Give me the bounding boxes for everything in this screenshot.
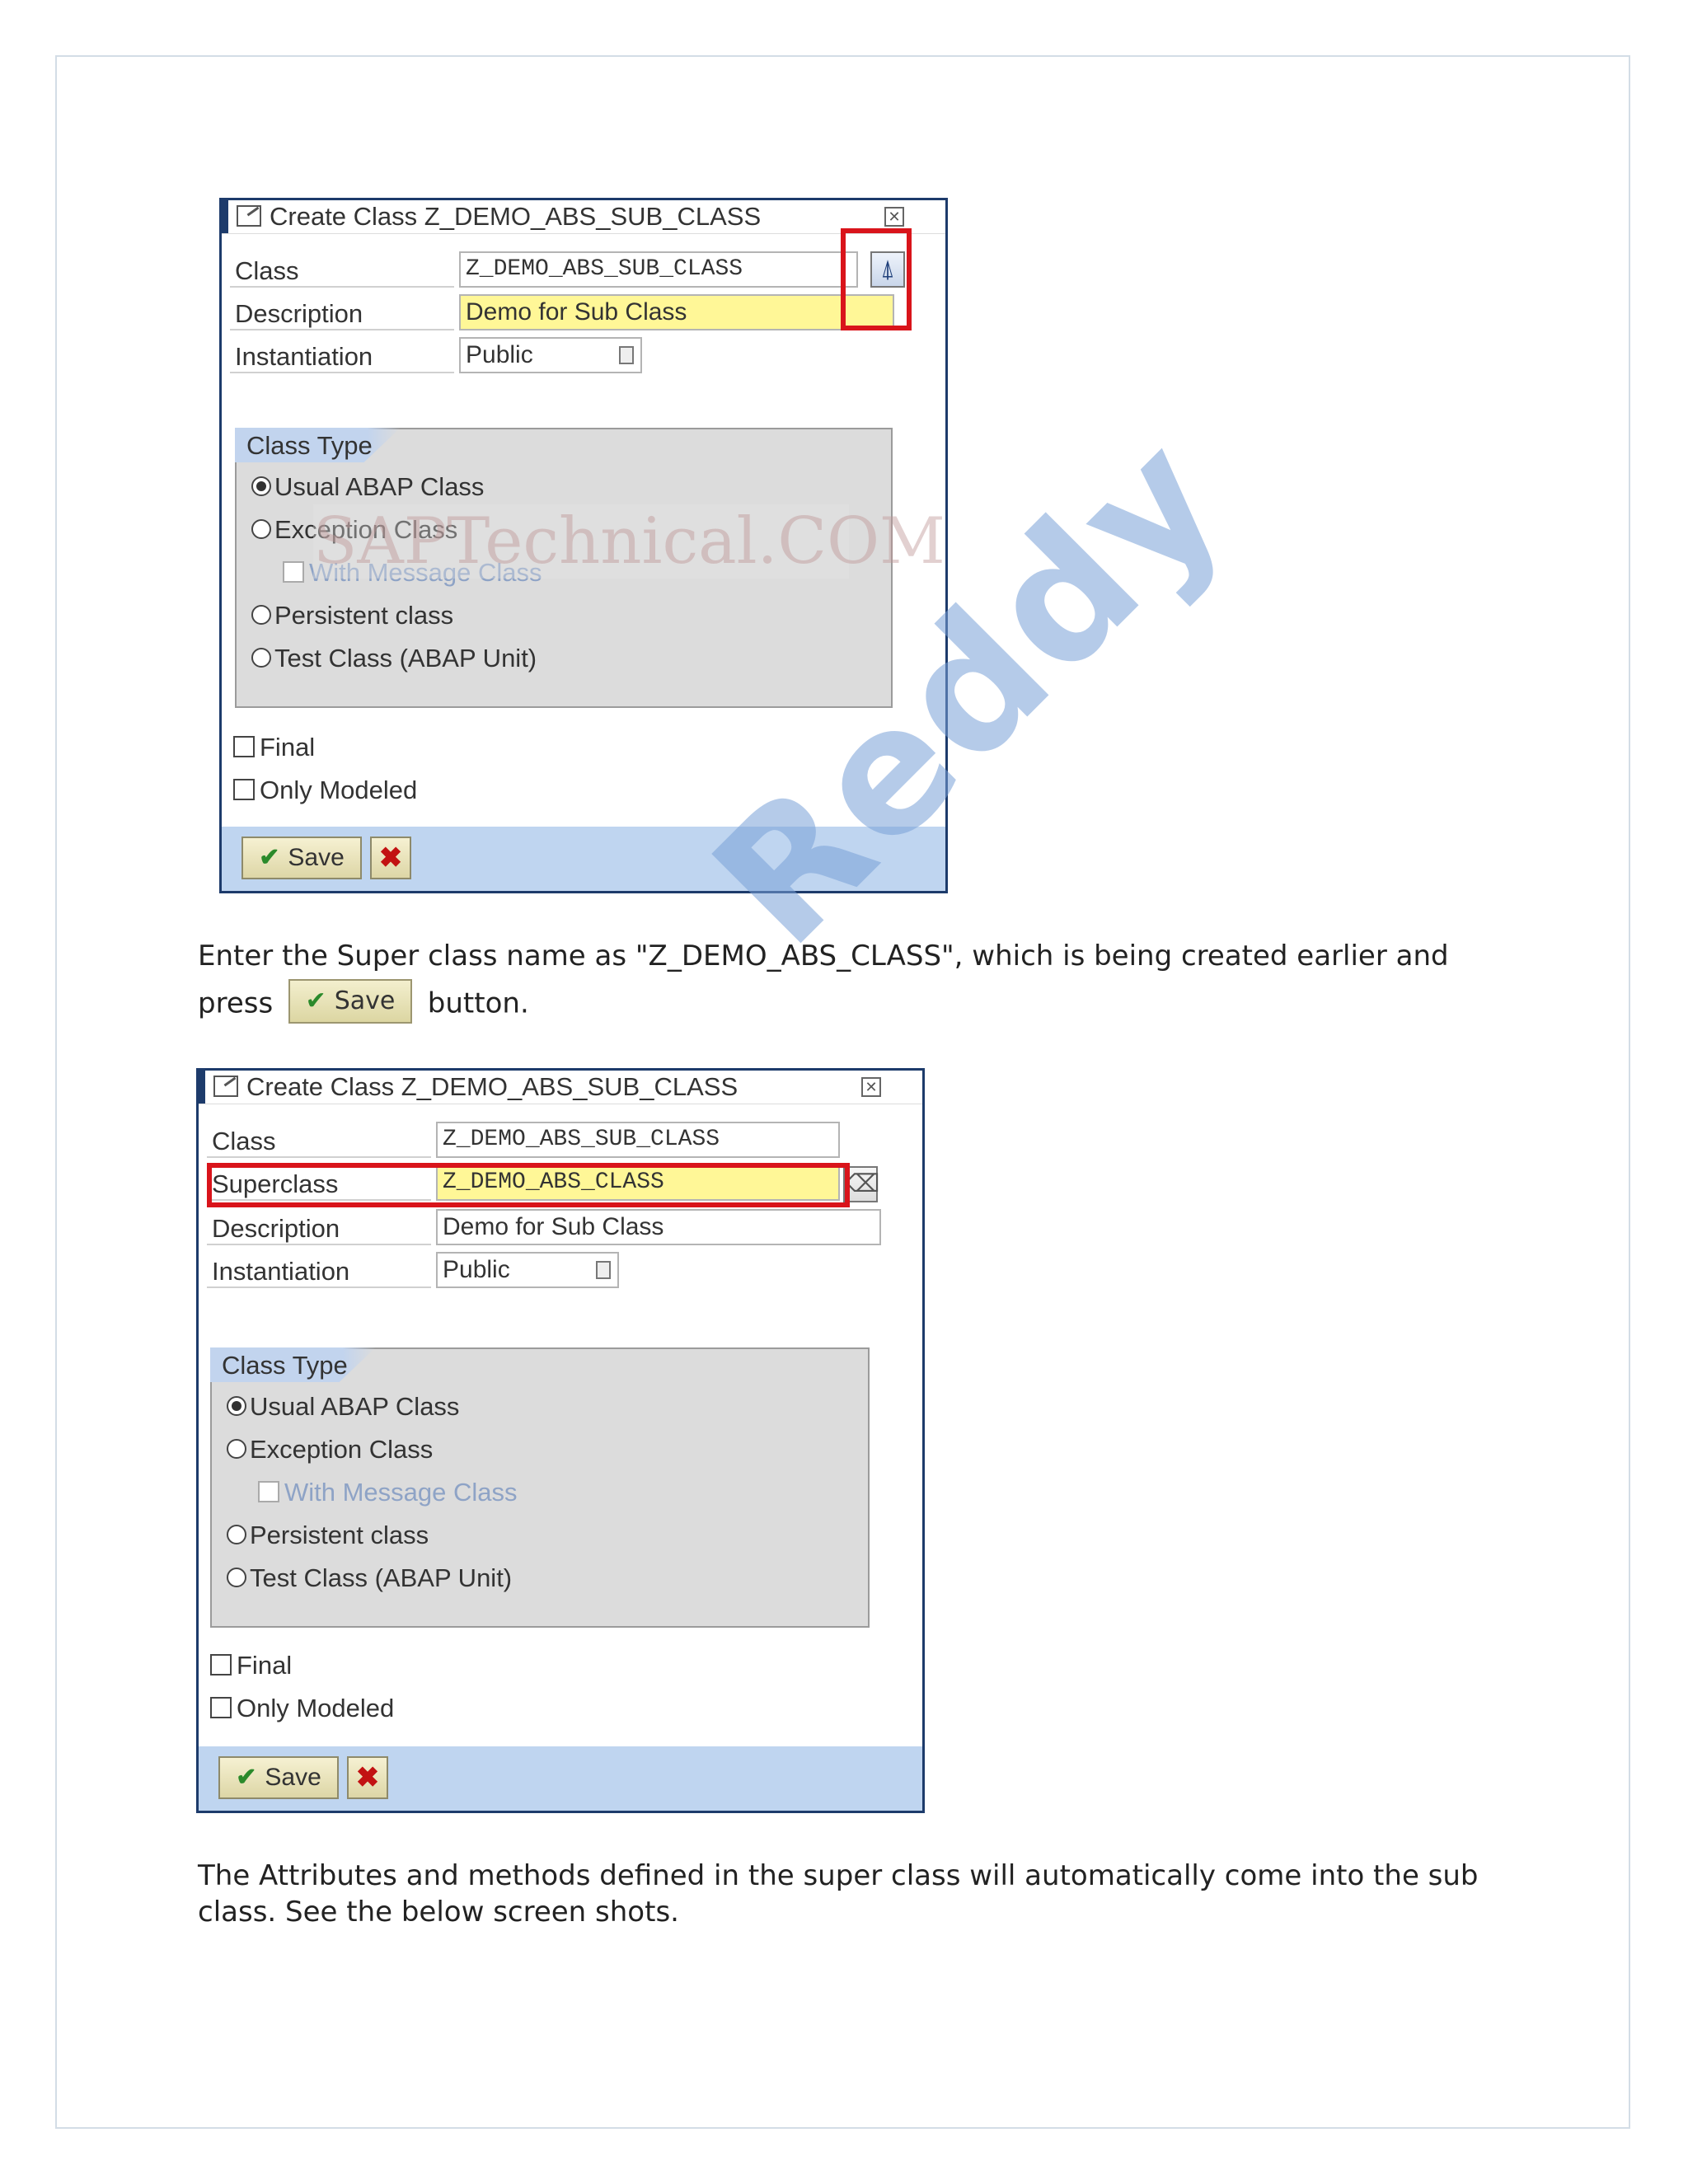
description-label: Description <box>230 294 454 330</box>
instantiation-select[interactable]: Public <box>459 337 642 373</box>
option-usual-abap-class[interactable]: Usual ABAP Class <box>251 471 484 504</box>
radio-icon[interactable] <box>251 604 271 625</box>
create-icon <box>213 1076 238 1097</box>
option-persistent-class[interactable]: Persistent class <box>227 1519 429 1552</box>
description-field[interactable]: Demo for Sub Class <box>459 294 894 330</box>
cancel-button[interactable]: ✖ <box>347 1756 388 1799</box>
description-row: Description Demo for Sub Class <box>207 1209 883 1247</box>
instantiation-select[interactable]: Public <box>436 1252 619 1288</box>
dropdown-icon[interactable] <box>596 1261 611 1279</box>
dialog-title-bar: Create Class Z_DEMO_ABS_SUB_CLASS ✕ <box>222 200 945 234</box>
radio-icon[interactable] <box>251 647 271 668</box>
highlight-box <box>207 1163 850 1207</box>
close-icon[interactable]: ✕ <box>884 207 904 227</box>
final-checkbox[interactable]: Final <box>233 731 315 764</box>
create-class-dialog-2: Create Class Z_DEMO_ABS_SUB_CLASS ✕ Clas… <box>196 1068 925 1813</box>
check-icon: ✔ <box>259 844 280 871</box>
radio-icon[interactable] <box>251 476 271 496</box>
cancel-button[interactable]: ✖ <box>370 837 411 879</box>
instantiation-label: Instantiation <box>207 1252 431 1288</box>
radio-icon[interactable] <box>227 1438 246 1459</box>
class-row: Class Z_DEMO_ABS_SUB_CLASS <box>207 1122 883 1160</box>
dialog-footer: ✔ Save ✖ <box>199 1746 922 1811</box>
checkbox-icon[interactable] <box>233 778 255 800</box>
option-test-class[interactable]: Test Class (ABAP Unit) <box>227 1562 512 1595</box>
save-button[interactable]: ✔ Save <box>218 1756 339 1799</box>
instantiation-row: Instantiation Public <box>230 337 906 375</box>
cancel-icon: ✖ <box>378 842 403 874</box>
radio-icon[interactable] <box>251 518 271 539</box>
description-field[interactable]: Demo for Sub Class <box>436 1209 881 1245</box>
class-field[interactable]: Z_DEMO_ABS_SUB_CLASS <box>459 251 858 288</box>
check-icon: ✔ <box>236 1764 257 1791</box>
inline-save-button: ✔ Save <box>288 979 412 1024</box>
radio-icon[interactable] <box>227 1567 246 1587</box>
class-type-tab: Class Type <box>235 428 401 462</box>
option-test-class[interactable]: Test Class (ABAP Unit) <box>251 642 537 675</box>
checkbox-icon <box>283 560 304 583</box>
check-icon: ✔ <box>305 987 326 1016</box>
class-row: Class Z_DEMO_ABS_SUB_CLASS <box>230 251 906 289</box>
radio-icon[interactable] <box>227 1524 246 1544</box>
option-exception-class[interactable]: Exception Class <box>227 1433 433 1466</box>
save-button[interactable]: ✔ Save <box>241 837 362 879</box>
dropdown-icon[interactable] <box>619 346 634 364</box>
create-icon <box>237 205 261 227</box>
radio-icon[interactable] <box>227 1395 246 1416</box>
class-label: Class <box>230 251 454 288</box>
class-type-tab: Class Type <box>210 1347 376 1382</box>
checkbox-icon[interactable] <box>210 1696 232 1718</box>
option-persistent-class[interactable]: Persistent class <box>251 599 453 632</box>
class-type-group: Class Type Usual ABAP Class Exception Cl… <box>210 1347 870 1628</box>
cancel-icon: ✖ <box>355 1762 380 1793</box>
dialog-title: Create Class Z_DEMO_ABS_SUB_CLASS <box>246 1072 738 1101</box>
instantiation-row: Instantiation Public <box>207 1252 883 1290</box>
instantiation-label: Instantiation <box>230 337 454 373</box>
class-label: Class <box>207 1122 431 1158</box>
checkbox-icon[interactable] <box>233 735 255 757</box>
option-with-message-class: With Message Class <box>258 1476 518 1509</box>
stamp-watermark: SAPTechnical.COM <box>313 504 945 579</box>
description-label: Description <box>207 1209 431 1245</box>
dialog-title-bar: Create Class Z_DEMO_ABS_SUB_CLASS ✕ <box>199 1071 922 1104</box>
highlight-box <box>841 228 912 330</box>
only-modeled-checkbox[interactable]: Only Modeled <box>210 1692 394 1725</box>
dialog-title: Create Class Z_DEMO_ABS_SUB_CLASS <box>270 202 762 231</box>
final-checkbox[interactable]: Final <box>210 1649 292 1682</box>
checkbox-icon[interactable] <box>210 1653 232 1675</box>
instruction-paragraph: Enter the Super class name as "Z_DEMO_AB… <box>198 938 1533 1027</box>
description-row: Description Demo for Sub Class <box>230 294 906 332</box>
class-field[interactable]: Z_DEMO_ABS_SUB_CLASS <box>436 1122 840 1158</box>
option-usual-abap-class[interactable]: Usual ABAP Class <box>227 1390 459 1423</box>
close-icon[interactable]: ✕ <box>861 1077 881 1097</box>
closing-paragraph: The Attributes and methods defined in th… <box>198 1859 1479 1929</box>
checkbox-icon <box>258 1480 279 1502</box>
only-modeled-checkbox[interactable]: Only Modeled <box>233 774 417 807</box>
